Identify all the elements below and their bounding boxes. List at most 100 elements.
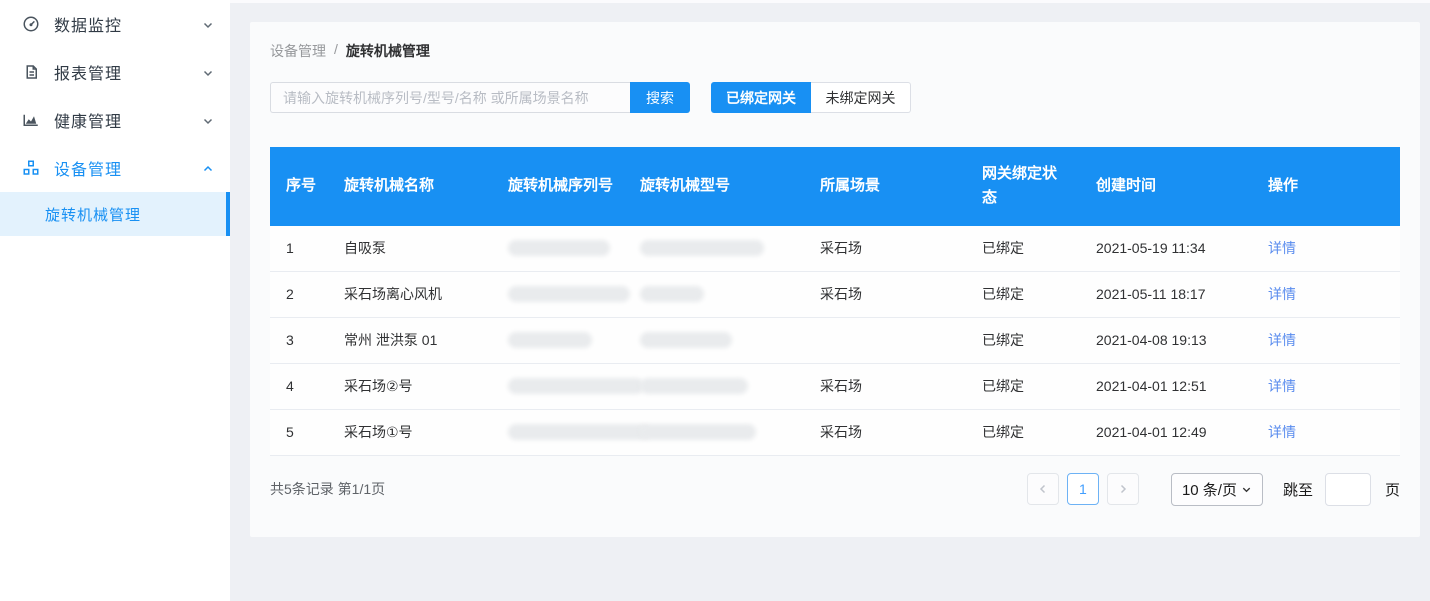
- chevron-left-icon: [1037, 483, 1049, 495]
- cell-action: 详情: [1252, 409, 1400, 455]
- table-body: 1自吸泵采石场已绑定2021-05-19 11:34详情2采石场离心风机采石场已…: [270, 225, 1400, 455]
- cell-created: 2021-04-08 19:13: [1080, 317, 1252, 363]
- col-header-action: 操作: [1252, 147, 1400, 225]
- col-header-scene: 所属场景: [804, 147, 966, 225]
- search-button[interactable]: 搜索: [630, 82, 690, 113]
- detail-link[interactable]: 详情: [1268, 378, 1296, 394]
- cell-created: 2021-05-19 11:34: [1080, 225, 1252, 271]
- redacted-serial: [508, 286, 630, 302]
- cell-model: [624, 363, 804, 409]
- redacted-serial: [508, 378, 644, 394]
- sidebar-item-devices[interactable]: 设备管理: [0, 144, 230, 192]
- cell-scene: 采石场: [804, 225, 966, 271]
- col-header-model: 旋转机械型号: [624, 147, 804, 225]
- health-chart-icon: [22, 111, 40, 129]
- detail-link[interactable]: 详情: [1268, 424, 1296, 440]
- table-row: 4采石场②号采石场已绑定2021-04-01 12:51详情: [270, 363, 1400, 409]
- cell-no: 3: [270, 317, 328, 363]
- redacted-model: [640, 378, 748, 394]
- redacted-model: [640, 286, 704, 302]
- sidebar-item-label: 设备管理: [54, 156, 202, 180]
- detail-link[interactable]: 详情: [1268, 286, 1296, 302]
- redacted-serial: [508, 332, 592, 348]
- cell-name: 常州 泄洪泵 01: [328, 317, 492, 363]
- cell-scene: 采石场: [804, 271, 966, 317]
- cell-name: 自吸泵: [328, 225, 492, 271]
- col-header-serial: 旋转机械序列号: [492, 147, 624, 225]
- cell-serial: [492, 317, 624, 363]
- table-header: 序号 旋转机械名称 旋转机械序列号 旋转机械型号 所属场景 网关绑定状态 创建时…: [270, 147, 1400, 225]
- jump-to-page-input[interactable]: [1325, 473, 1371, 506]
- redacted-model: [640, 424, 756, 440]
- gateway-tab-group: 已绑定网关 未绑定网关: [711, 82, 911, 113]
- cell-status: 已绑定: [966, 363, 1080, 409]
- redacted-serial: [508, 240, 610, 256]
- pagination-bar: 共5条记录 第1/1页 1 10 条/页 跳至 页: [270, 473, 1400, 506]
- chevron-up-icon: [202, 162, 214, 174]
- cell-no: 2: [270, 271, 328, 317]
- breadcrumb-root[interactable]: 设备管理: [270, 41, 326, 61]
- report-icon: [22, 63, 40, 81]
- cell-action: 详情: [1252, 363, 1400, 409]
- cell-status: 已绑定: [966, 409, 1080, 455]
- cell-serial: [492, 225, 624, 271]
- search-input[interactable]: [270, 82, 630, 113]
- cell-no: 4: [270, 363, 328, 409]
- sidebar-item-reports[interactable]: 报表管理: [0, 48, 230, 96]
- gauge-icon: [22, 15, 40, 33]
- cell-action: 详情: [1252, 317, 1400, 363]
- cell-status: 已绑定: [966, 271, 1080, 317]
- cell-serial: [492, 363, 624, 409]
- devices-icon: [22, 159, 40, 177]
- tab-unbound-gateway[interactable]: 未绑定网关: [811, 82, 911, 113]
- table-row: 5采石场①号 采石场已绑定2021-04-01 12:49 详情: [270, 409, 1400, 455]
- cell-no: 5: [270, 409, 328, 455]
- record-summary: 共5条记录 第1/1页: [270, 479, 1019, 499]
- cell-created: 2021-04-01 12:51: [1080, 363, 1252, 409]
- chevron-right-icon: [1117, 483, 1129, 495]
- detail-link[interactable]: 详情: [1268, 332, 1296, 348]
- cell-action: 详情: [1252, 225, 1400, 271]
- table-row: 1自吸泵采石场已绑定2021-05-19 11:34详情: [270, 225, 1400, 271]
- tab-bound-gateway[interactable]: 已绑定网关: [711, 82, 811, 113]
- cell-serial: [492, 271, 624, 317]
- redacted-model: [640, 332, 732, 348]
- cell-scene: 采石场: [804, 363, 966, 409]
- chevron-down-icon: [202, 114, 214, 126]
- table-row: 3常州 泄洪泵 01已绑定2021-04-08 19:13详情: [270, 317, 1400, 363]
- page-suffix-label: 页: [1385, 479, 1400, 500]
- page-number-button[interactable]: 1: [1067, 473, 1099, 505]
- sidebar-item-label: 数据监控: [54, 12, 202, 36]
- breadcrumb-separator: /: [334, 41, 338, 61]
- sidebar-item-label: 报表管理: [54, 60, 202, 84]
- cell-name: 采石场①号: [328, 409, 492, 455]
- chevron-down-icon: [202, 66, 214, 78]
- sidebar-item-data-monitor[interactable]: 数据监控: [0, 0, 230, 48]
- jump-to-label: 跳至: [1283, 479, 1313, 500]
- cell-created: 2021-04-01 12:49: [1080, 409, 1252, 455]
- main-area: 设备管理 / 旋转机械管理 搜索 已绑定网关 未绑定网关 序号 旋转机械名称 旋…: [230, 0, 1430, 601]
- cell-scene: 采石场: [804, 409, 966, 455]
- cell-action: 详情: [1252, 271, 1400, 317]
- page-size-value: 10 条/页: [1182, 479, 1237, 500]
- next-page-button[interactable]: [1107, 473, 1139, 505]
- cell-model: [624, 271, 804, 317]
- detail-link[interactable]: 详情: [1268, 240, 1296, 256]
- page-size-select[interactable]: 10 条/页: [1171, 473, 1263, 506]
- breadcrumb-current: 旋转机械管理: [346, 41, 430, 61]
- sidebar-subitem-label: 旋转机械管理: [45, 204, 141, 225]
- cell-name: 采石场离心风机: [328, 271, 492, 317]
- toolbar: 搜索 已绑定网关 未绑定网关: [270, 82, 1400, 113]
- prev-page-button[interactable]: [1027, 473, 1059, 505]
- chevron-down-icon: [1241, 484, 1252, 495]
- cell-created: 2021-05-11 18:17: [1080, 271, 1252, 317]
- cell-model: [624, 317, 804, 363]
- col-header-status: 网关绑定状态: [966, 147, 1080, 225]
- cell-scene: [804, 317, 966, 363]
- sidebar: 数据监控 报表管理 健康管理 设备管理 旋转机械: [0, 0, 230, 601]
- col-header-name: 旋转机械名称: [328, 147, 492, 225]
- cell-no: 1: [270, 225, 328, 271]
- sidebar-item-health[interactable]: 健康管理: [0, 96, 230, 144]
- col-header-no: 序号: [270, 147, 328, 225]
- sidebar-subitem-rotating-machinery[interactable]: 旋转机械管理: [0, 192, 230, 236]
